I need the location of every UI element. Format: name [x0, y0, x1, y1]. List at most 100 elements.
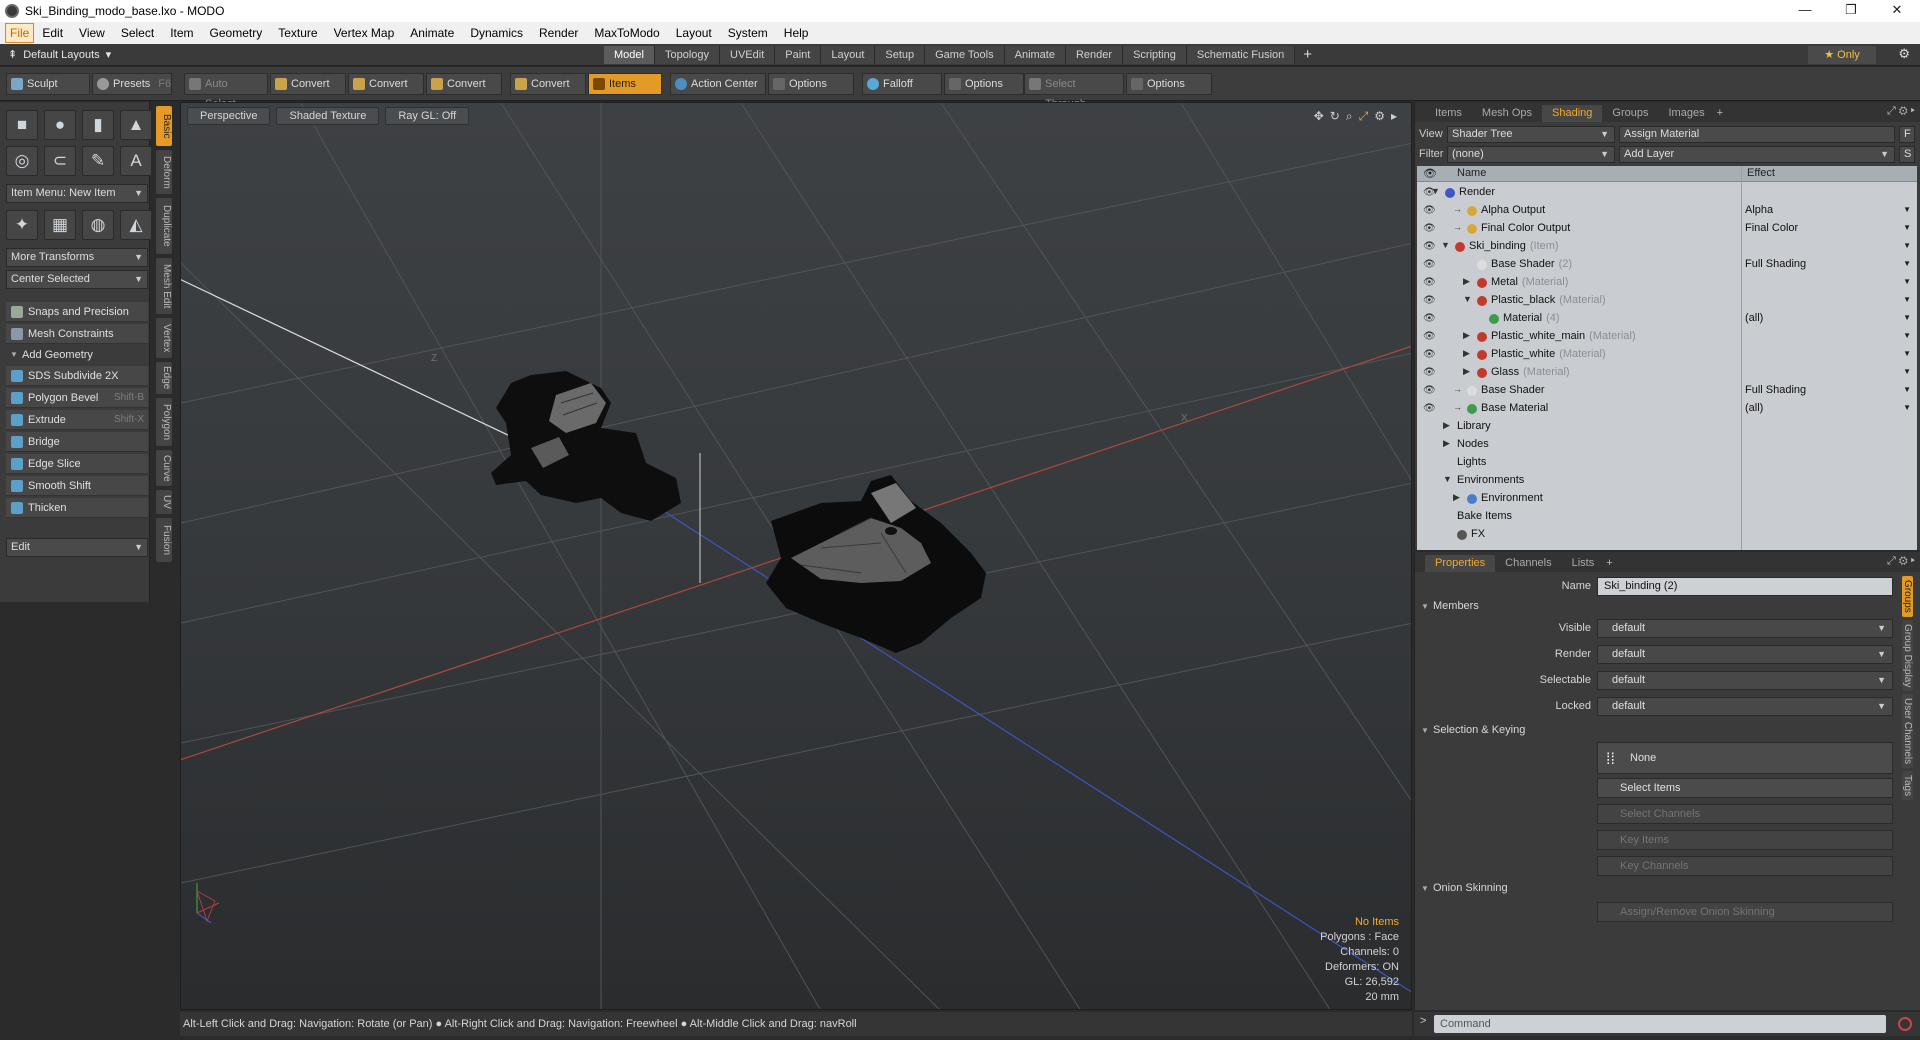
tab-scripting[interactable]: Scripting — [1123, 46, 1187, 64]
tool-edge-slice[interactable]: Edge Slice — [6, 454, 148, 474]
only-toggle[interactable]: ★ Only — [1808, 46, 1876, 64]
row-effect[interactable]: Full Shading — [1745, 384, 1806, 396]
tree-row[interactable]: 👁 ▶ Metal (Material) ▼ — [1417, 274, 1917, 292]
menu-help[interactable]: Help — [776, 24, 817, 42]
row-effect[interactable]: Alpha — [1745, 204, 1773, 216]
select-channels-button[interactable]: Select Channels — [1597, 804, 1893, 824]
menu-view[interactable]: View — [71, 24, 113, 42]
add-geometry-section[interactable]: ▼ Add Geometry — [6, 346, 148, 364]
menu-item[interactable]: Item — [162, 24, 201, 42]
record-macro-icon[interactable] — [1898, 1017, 1912, 1031]
visibility-eye-icon[interactable]: 👁 — [1423, 277, 1436, 288]
menu-geometry[interactable]: Geometry — [202, 24, 271, 42]
vtab-vertex[interactable]: Vertex — [156, 318, 172, 358]
expand-toggle-icon[interactable]: → — [1453, 222, 1462, 232]
visibility-eye-icon[interactable]: 👁 — [1423, 331, 1436, 342]
tree-row[interactable]: ▶ Environment — [1417, 490, 1917, 508]
falloff-button[interactable]: Falloff — [862, 73, 942, 95]
close-button[interactable]: ✕ — [1874, 0, 1920, 22]
expand-toggle-icon[interactable]: ▼ — [1443, 474, 1452, 484]
tab-shading[interactable]: Shading — [1542, 105, 1603, 122]
items-mode-button[interactable]: Items — [588, 73, 662, 95]
tree-row[interactable]: 👁 ▼ Ski_binding (Item) ▼ — [1417, 238, 1917, 256]
pen-icon[interactable]: ✎ — [82, 146, 114, 176]
tree-row[interactable]: 👁 ▶ Plastic_white (Material) ▼ — [1417, 346, 1917, 364]
expand-toggle-icon[interactable]: ▶ — [1443, 420, 1450, 431]
falloff-options-button[interactable]: Options — [944, 73, 1024, 95]
tab-layout[interactable]: Layout — [821, 46, 876, 64]
chevron-down-icon[interactable]: ▼ — [1903, 313, 1911, 322]
convert-edges-button[interactable]: Convert — [348, 73, 424, 95]
tab-model[interactable]: Model — [604, 46, 655, 64]
add-layer-dropdown[interactable]: Add Layer ▼ — [1619, 146, 1895, 163]
visibility-eye-icon[interactable]: 👁 — [1423, 223, 1436, 234]
tab-images[interactable]: Images — [1659, 105, 1715, 122]
capsule-icon[interactable]: ⊂ — [44, 146, 76, 176]
tool-extrude[interactable]: Extrude Shift-X — [6, 410, 148, 430]
select-items-button[interactable]: Select Items — [1597, 778, 1893, 798]
panel-options-icon[interactable]: ⤢ ⚙ ▸ — [1887, 105, 1915, 118]
tree-row[interactable]: ▶ Nodes — [1417, 436, 1917, 454]
default-layouts-dropdown[interactable]: ⇞ Default Layouts ▾ — [8, 48, 111, 62]
tree-row[interactable]: 👁 → Base Material (all) ▼ — [1417, 400, 1917, 418]
selection-keying-section[interactable]: ▼ Selection & Keying — [1421, 724, 1525, 736]
menu-animate[interactable]: Animate — [402, 24, 462, 42]
expand-toggle-icon[interactable]: ▶ — [1463, 366, 1470, 377]
expand-toggle-icon[interactable]: → — [1453, 204, 1462, 214]
assign-material-dropdown[interactable]: Assign Material — [1619, 126, 1895, 143]
maximize-icon[interactable]: ⤢ — [1359, 109, 1369, 124]
auto-select-button[interactable]: Auto Select — [184, 73, 268, 110]
menu-maxtomodo[interactable]: MaxToModo — [586, 24, 667, 42]
ski-binding-toe-model[interactable] — [766, 475, 986, 653]
tree-row[interactable]: FX — [1417, 526, 1917, 544]
onion-skinning-section[interactable]: ▼ Onion Skinning — [1421, 882, 1508, 894]
tree-row[interactable]: 👁 ▼ Plastic_black (Material) ▼ — [1417, 292, 1917, 310]
chevron-down-icon[interactable]: ▼ — [1903, 223, 1911, 232]
action-center-options-button[interactable]: Options — [768, 73, 854, 95]
tab-lists[interactable]: Lists — [1562, 555, 1605, 572]
tool-smooth-shift[interactable]: Smooth Shift — [6, 476, 148, 496]
menu-system[interactable]: System — [720, 24, 776, 42]
3d-viewport[interactable]: Z X Perspective Shaded Texture Ray GL: O… — [180, 102, 1412, 1010]
render-dropdown[interactable]: default ▼ — [1597, 645, 1893, 664]
menu-select[interactable]: Select — [113, 24, 162, 42]
chevron-down-icon[interactable]: ▼ — [1903, 367, 1911, 376]
visibility-eye-icon[interactable]: 👁 — [1423, 385, 1436, 396]
side-tab-user-channels[interactable]: User Channels — [1902, 694, 1913, 769]
visibility-eye-icon[interactable]: 👁 — [1423, 313, 1436, 324]
chevron-down-icon[interactable]: ▼ — [1903, 241, 1911, 250]
vtab-edge[interactable]: Edge — [156, 362, 172, 394]
action-center-button[interactable]: Action Center — [670, 73, 766, 95]
tool-sds-subdivide[interactable]: SDS Subdivide 2X — [6, 366, 148, 386]
name-input[interactable]: Ski_binding (2) — [1597, 577, 1893, 596]
s-button[interactable]: S — [1899, 146, 1915, 163]
gear-icon[interactable]: ⚙ — [1898, 46, 1910, 62]
key-channels-button[interactable]: Key Channels — [1597, 856, 1893, 876]
shading-mode[interactable]: Shaded Texture — [276, 107, 380, 125]
command-input[interactable]: Command — [1434, 1015, 1886, 1033]
tree-row[interactable]: ▼ Environments — [1417, 472, 1917, 490]
members-section[interactable]: ▼ Members — [1421, 600, 1479, 612]
convert-polygons-button[interactable]: Convert — [426, 73, 502, 95]
menu-edit[interactable]: Edit — [34, 24, 71, 42]
menu-texture[interactable]: Texture — [270, 24, 325, 42]
add-tab-icon[interactable]: + — [1303, 46, 1312, 64]
expand-toggle-icon[interactable]: ▶ — [1463, 276, 1470, 287]
menu-file[interactable]: File — [5, 23, 35, 43]
select-through-options-button[interactable]: Options — [1126, 73, 1212, 95]
tree-row[interactable]: 👁 Base Shader (2) Full Shading ▼ — [1417, 256, 1917, 274]
tab-channels[interactable]: Channels — [1495, 555, 1561, 572]
add-tab-icon[interactable]: + — [1717, 105, 1723, 122]
tab-items[interactable]: Items — [1425, 105, 1472, 122]
convert-materials-button[interactable]: Convert — [510, 73, 586, 95]
cylinder-icon[interactable]: ▮ — [82, 110, 114, 140]
vtab-mesh-edit[interactable]: Mesh Edit — [156, 258, 172, 314]
chevron-right-icon[interactable]: ▸ — [1391, 109, 1397, 124]
row-effect[interactable]: Final Color — [1745, 222, 1798, 234]
tree-row[interactable]: 👁 ▶ Plastic_white_main (Material) ▼ — [1417, 328, 1917, 346]
visibility-eye-icon[interactable]: 👁 — [1423, 205, 1436, 216]
expand-toggle-icon[interactable]: → — [1453, 384, 1462, 394]
light-cone-icon[interactable]: ◭ — [120, 210, 152, 240]
chevron-down-icon[interactable]: ▼ — [1903, 385, 1911, 394]
locked-dropdown[interactable]: default ▼ — [1597, 697, 1893, 716]
